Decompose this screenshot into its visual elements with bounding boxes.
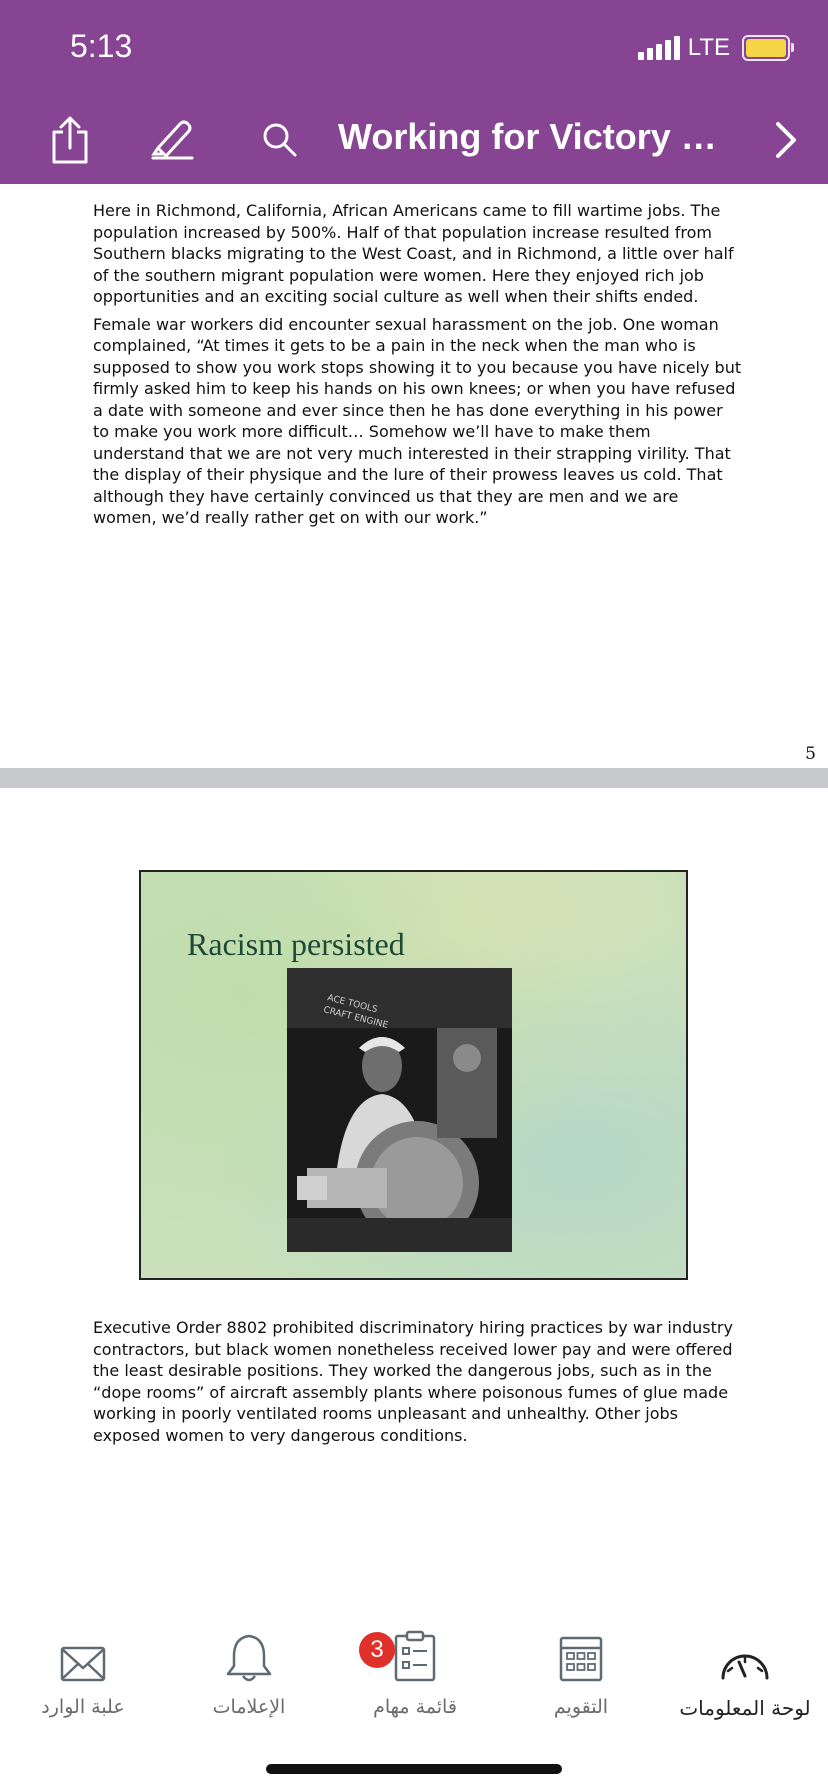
tab-dashboard[interactable]: لوحة المعلومات (662, 1620, 828, 1720)
todo-count-badge: 3 (359, 1632, 395, 1668)
tab-calendar-label: التقويم (553, 1696, 609, 1718)
slide-thumbnail: Racism persisted ACE TOOLS CRAFT ENGINE (139, 870, 688, 1280)
clipboard-icon (394, 1630, 436, 1686)
paragraph-harassment: Female war workers did encounter sexual … (93, 314, 742, 528)
page-number: 5 (805, 744, 816, 764)
tab-dashboard-label: لوحة المعلومات (679, 1696, 811, 1720)
tab-notifications-label: الإعلامات (212, 1696, 286, 1718)
tab-todo-label: قائمة مهام (373, 1696, 457, 1718)
page-divider (0, 768, 828, 788)
search-icon[interactable] (262, 122, 298, 162)
top-bar: 5:13 LTE Working for Victory PP... (0, 0, 828, 184)
status-indicators: LTE (637, 34, 794, 62)
calendar-icon (559, 1634, 603, 1686)
paragraph-executive-order: Executive Order 8802 prohibited discrimi… (93, 1318, 733, 1445)
notes-page-text: Here in Richmond, California, African Am… (93, 200, 743, 535)
status-time: 5:13 (70, 28, 133, 64)
bell-icon (226, 1632, 272, 1686)
worker-photo: ACE TOOLS CRAFT ENGINE (287, 968, 512, 1252)
home-indicator[interactable] (266, 1764, 562, 1774)
mail-icon (60, 1646, 106, 1686)
notes-page-text-2: Executive Order 8802 prohibited discrimi… (93, 1317, 743, 1452)
share-icon[interactable] (50, 116, 90, 168)
bottom-tab-bar: علبة الوارد الإعلامات قائمة مهام التقويم… (0, 1620, 828, 1730)
battery-icon (742, 35, 794, 61)
highlighter-icon[interactable] (150, 118, 194, 164)
tab-todo-list[interactable]: قائمة مهام (332, 1620, 498, 1718)
tab-calendar[interactable]: التقويم (498, 1620, 664, 1718)
tab-inbox[interactable]: علبة الوارد (0, 1620, 166, 1718)
dashboard-icon (719, 1646, 771, 1686)
signal-icon (637, 36, 680, 60)
chevron-right-icon[interactable] (772, 120, 800, 164)
document-title: Working for Victory PP... (338, 116, 728, 157)
slide-title: Racism persisted (187, 926, 405, 962)
tab-inbox-label: علبة الوارد (41, 1696, 125, 1718)
paragraph-richmond: Here in Richmond, California, African Am… (93, 201, 734, 306)
network-label: LTE (687, 34, 730, 61)
tab-notifications[interactable]: الإعلامات (166, 1620, 332, 1718)
